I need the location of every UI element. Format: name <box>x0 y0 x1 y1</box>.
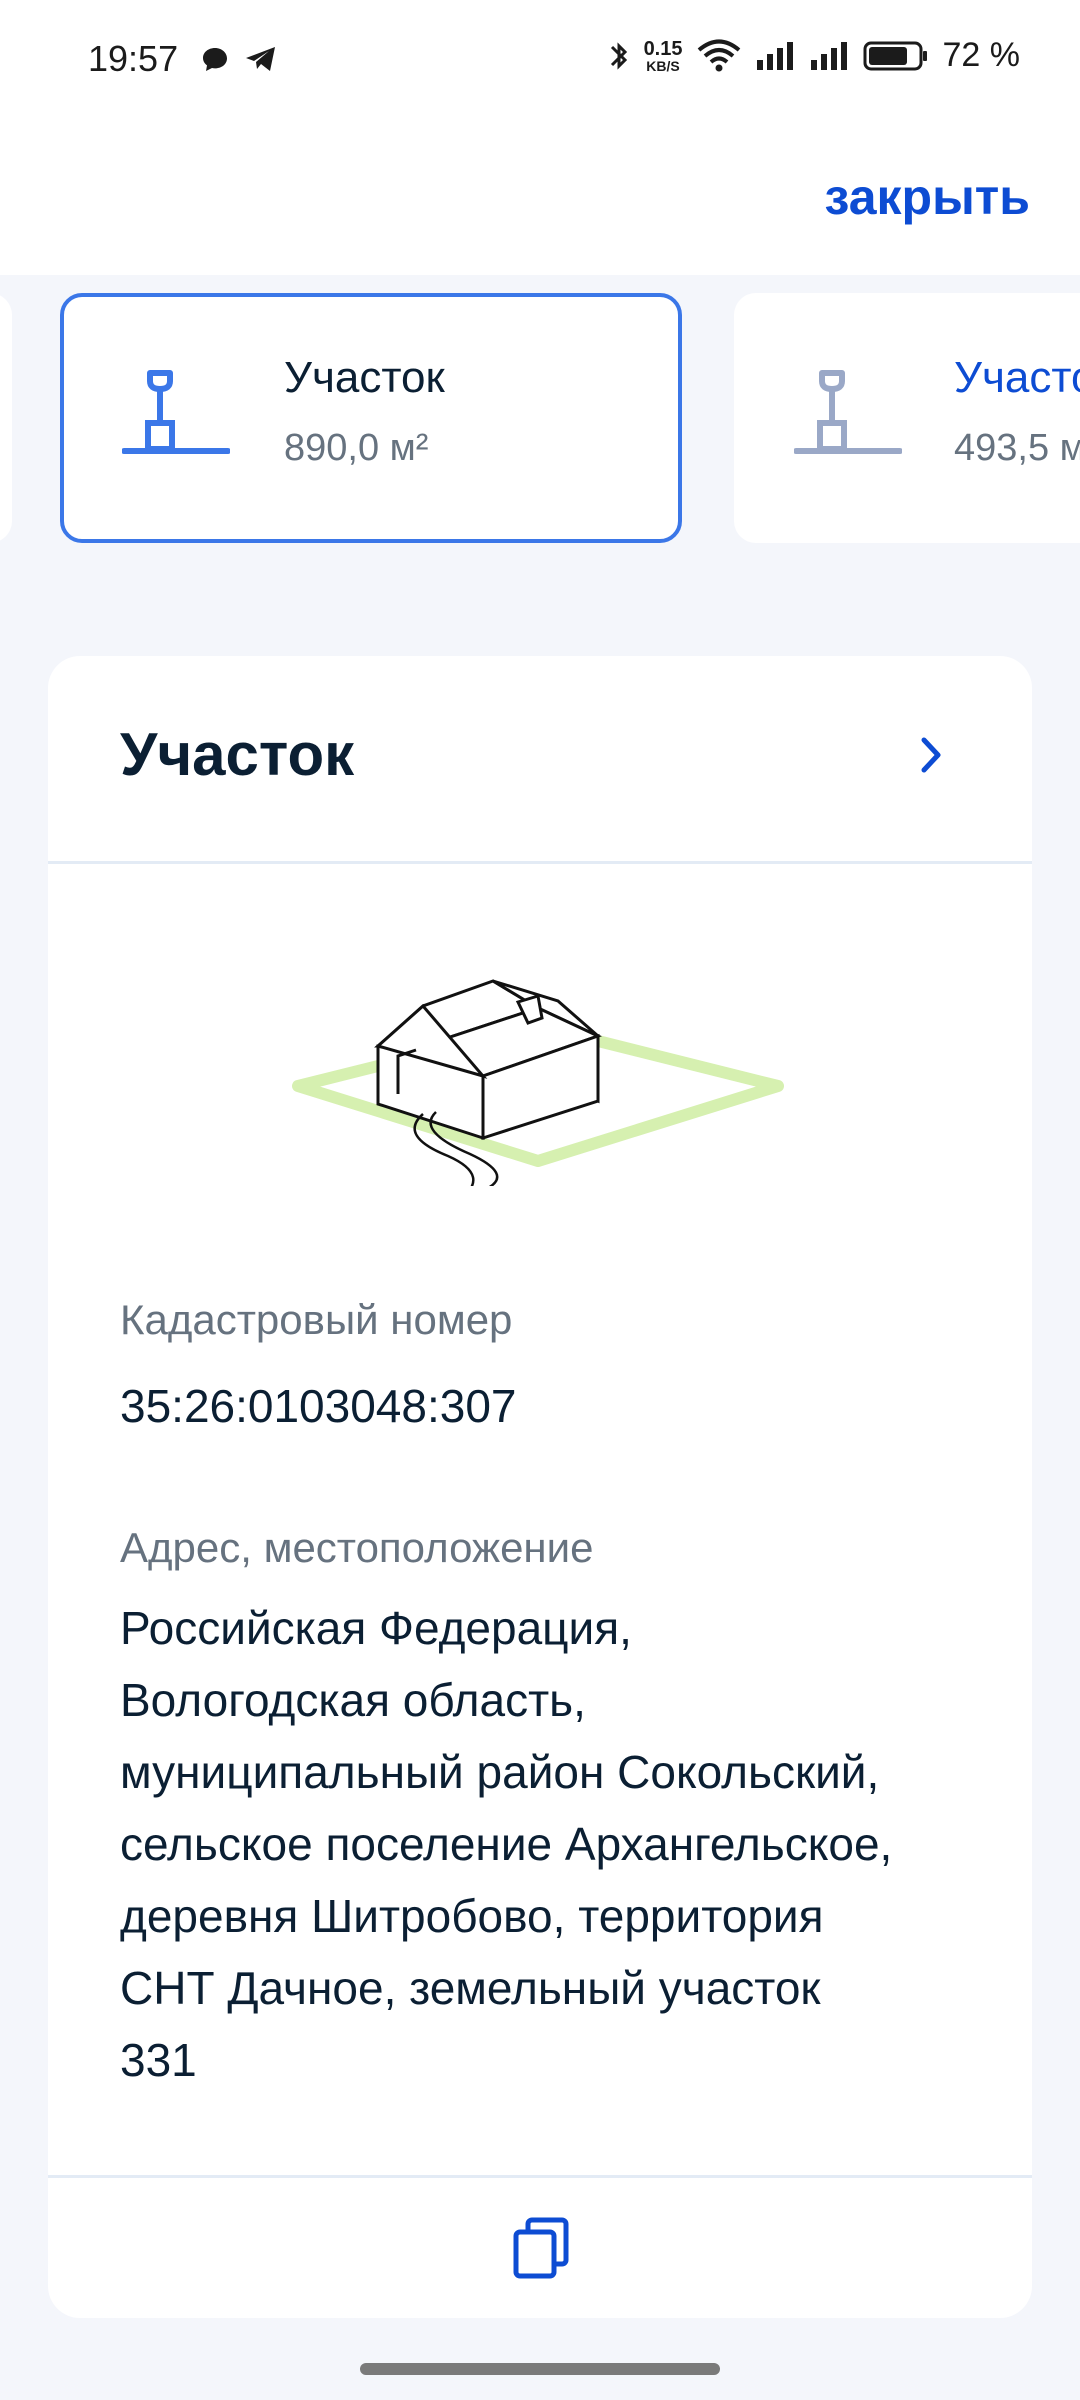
land-plot-icon <box>122 370 230 454</box>
signal-icon <box>756 41 793 70</box>
carousel-card-area: 493,5 м² <box>954 427 1080 469</box>
carousel-card-previous[interactable] <box>0 293 12 543</box>
telegram-icon <box>246 47 275 71</box>
network-speed-value: 0.15 <box>643 37 683 60</box>
status-time: 19:57 <box>88 38 179 79</box>
card-footer-divider <box>48 2175 1032 2178</box>
status-system-icons: 0.15 KB/S 72 % <box>608 36 1020 75</box>
carousel-card-title: Участок <box>284 353 445 402</box>
address-label: Адрес, местоположение <box>120 1524 594 1571</box>
chevron-right-icon[interactable] <box>916 732 946 778</box>
chat-bubble-icon <box>203 48 227 71</box>
network-speed-unit: KB/S <box>646 57 680 74</box>
carousel-card-next[interactable]: Участок 493,5 м² <box>734 293 1080 543</box>
cadastral-number-label: Кадастровый номер <box>120 1296 513 1343</box>
address-line: 331 <box>120 2034 197 2086</box>
status-notification-icons <box>200 44 278 74</box>
carousel-card-title: Участок <box>954 353 1080 402</box>
property-carousel: Участок 890,0 м² Участок 493,5 м² <box>0 275 1080 565</box>
copy-icon[interactable] <box>510 2216 574 2280</box>
plot-detail-card: Участок Кадастровый номер 35:26:0103048:… <box>48 656 1032 2318</box>
plot-detail-title: Участок <box>120 721 355 788</box>
plot-detail-header[interactable]: Участок <box>48 656 1032 864</box>
address-line: Российская Федерация, <box>120 1602 632 1654</box>
battery-percent: 72 % <box>942 36 1021 74</box>
close-button[interactable]: закрыть <box>825 168 1031 226</box>
land-plot-icon <box>794 370 902 454</box>
home-indicator[interactable] <box>360 2363 720 2375</box>
address-line: муниципальный район Сокольский, <box>120 1746 880 1798</box>
battery-icon <box>863 41 927 70</box>
wifi-icon <box>697 39 740 71</box>
network-speed: 0.15 KB/S <box>644 39 683 73</box>
signal-icon-2 <box>810 41 847 70</box>
address-line: сельское поселение Архангельское, <box>120 1818 893 1870</box>
address-line: Вологодская область, <box>120 1674 586 1726</box>
address-value: Российская Федерация, Вологодская област… <box>120 1592 980 2096</box>
cadastral-number-value: 35:26:0103048:307 <box>120 1380 517 1432</box>
house-plot-illustration <box>292 979 784 1186</box>
carousel-card-area: 890,0 м² <box>284 427 429 469</box>
address-line: СНТ Дачное, земельный участок <box>120 1962 821 2014</box>
bluetooth-icon <box>610 41 627 70</box>
carousel-card-selected[interactable]: Участок 890,0 м² <box>60 293 682 543</box>
address-line: деревня Шитробово, территория <box>120 1890 824 1942</box>
header: закрыть <box>0 120 1080 275</box>
status-bar: 19:57 0.15 KB/S 72 % <box>0 0 1080 120</box>
